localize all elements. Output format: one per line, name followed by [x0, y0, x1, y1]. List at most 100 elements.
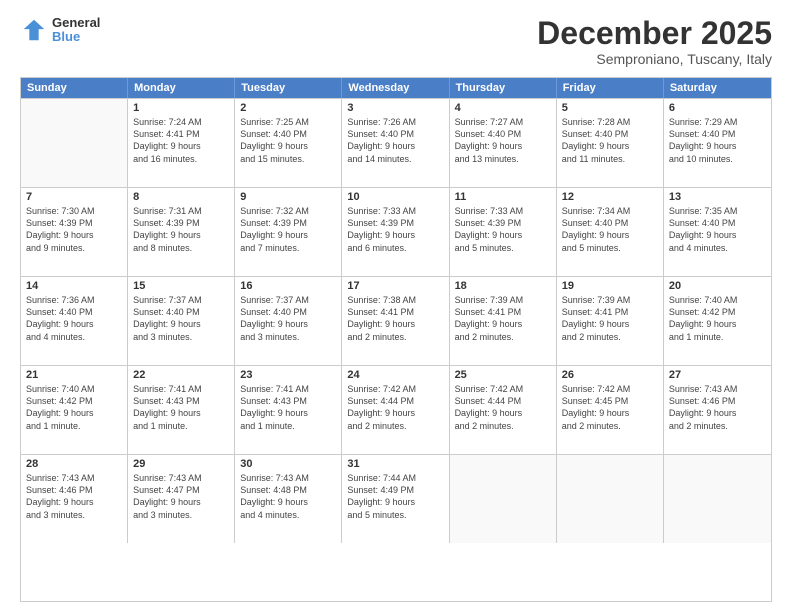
- day-cell-26: 26 Sunrise: 7:42 AMSunset: 4:45 PMDayligh…: [557, 366, 664, 454]
- day-number: 20: [669, 280, 766, 292]
- day-info: Sunrise: 7:43 AMSunset: 4:47 PMDaylight:…: [133, 472, 229, 521]
- day-cell-1: 1 Sunrise: 7:24 AMSunset: 4:41 PMDaylight…: [128, 99, 235, 187]
- day-cell-empty-4-4: [450, 455, 557, 543]
- day-info: Sunrise: 7:41 AMSunset: 4:43 PMDaylight:…: [133, 383, 229, 432]
- calendar-title: December 2025: [537, 16, 772, 51]
- day-info: Sunrise: 7:34 AMSunset: 4:40 PMDaylight:…: [562, 205, 658, 254]
- day-cell-24: 24Sunrise: 7:42 AMSunset: 4:44 PMDayligh…: [342, 366, 449, 454]
- day-number: 9: [240, 191, 336, 203]
- day-number: 11: [455, 191, 551, 203]
- day-info: Sunrise: 7:42 AMSunset: 4:44 PMDaylight:…: [347, 383, 443, 432]
- day-info: Sunrise: 7:42 AMSunset: 4:44 PMDaylight:…: [455, 383, 551, 432]
- calendar-row-4: 28 Sunrise: 7:43 AMSunset: 4:46 PMDayligh…: [21, 454, 771, 543]
- day-info: Sunrise: 7:28 AMSunset: 4:40 PMDaylight:…: [562, 116, 658, 165]
- calendar-body: 1 Sunrise: 7:24 AMSunset: 4:41 PMDaylight…: [21, 98, 771, 543]
- header-day-thursday: Thursday: [450, 78, 557, 98]
- header-day-saturday: Saturday: [664, 78, 771, 98]
- day-number: 12: [562, 191, 658, 203]
- day-info: Sunrise: 7:36 AMSunset: 4:40 PMDaylight:…: [26, 294, 122, 343]
- logo-line1: General: [52, 16, 100, 30]
- day-info: Sunrise: 7:27 AMSunset: 4:40 PMDaylight:…: [455, 116, 551, 165]
- day-info: Sunrise: 7:43 AMSunset: 4:46 PMDaylight:…: [26, 472, 122, 521]
- day-number: 28: [26, 458, 122, 470]
- day-number: 19: [562, 280, 658, 292]
- day-info: Sunrise: 7:39 AMSunset: 4:41 PMDaylight:…: [562, 294, 658, 343]
- day-cell-12: 12 Sunrise: 7:34 AMSunset: 4:40 PMDayligh…: [557, 188, 664, 276]
- day-info: Sunrise: 7:39 AMSunset: 4:41 PMDaylight:…: [455, 294, 551, 343]
- logo-icon: [20, 16, 48, 44]
- day-cell-13: 13Sunrise: 7:35 AMSunset: 4:40 PMDayligh…: [664, 188, 771, 276]
- day-cell-15: 15 Sunrise: 7:37 AMSunset: 4:40 PMDayligh…: [128, 277, 235, 365]
- day-info: Sunrise: 7:41 AMSunset: 4:43 PMDaylight:…: [240, 383, 336, 432]
- day-number: 6: [669, 102, 766, 114]
- header-day-monday: Monday: [128, 78, 235, 98]
- calendar-row-3: 21 Sunrise: 7:40 AMSunset: 4:42 PMDayligh…: [21, 365, 771, 454]
- header-day-sunday: Sunday: [21, 78, 128, 98]
- header-day-tuesday: Tuesday: [235, 78, 342, 98]
- day-cell-2: 2 Sunrise: 7:25 AMSunset: 4:40 PMDaylight…: [235, 99, 342, 187]
- day-cell-25: 25Sunrise: 7:42 AMSunset: 4:44 PMDayligh…: [450, 366, 557, 454]
- day-info: Sunrise: 7:35 AMSunset: 4:40 PMDaylight:…: [669, 205, 766, 254]
- day-number: 8: [133, 191, 229, 203]
- day-cell-21: 21 Sunrise: 7:40 AMSunset: 4:42 PMDayligh…: [21, 366, 128, 454]
- day-number: 21: [26, 369, 122, 381]
- day-number: 10: [347, 191, 443, 203]
- day-number: 23: [240, 369, 336, 381]
- day-cell-10: 10Sunrise: 7:33 AMSunset: 4:39 PMDayligh…: [342, 188, 449, 276]
- day-cell-9: 9 Sunrise: 7:32 AMSunset: 4:39 PMDaylight…: [235, 188, 342, 276]
- day-info: Sunrise: 7:38 AMSunset: 4:41 PMDaylight:…: [347, 294, 443, 343]
- day-info: Sunrise: 7:26 AMSunset: 4:40 PMDaylight:…: [347, 116, 443, 165]
- day-number: 17: [347, 280, 443, 292]
- day-number: 14: [26, 280, 122, 292]
- day-number: 18: [455, 280, 551, 292]
- day-info: Sunrise: 7:43 AMSunset: 4:46 PMDaylight:…: [669, 383, 766, 432]
- day-info: Sunrise: 7:40 AMSunset: 4:42 PMDaylight:…: [669, 294, 766, 343]
- day-cell-empty-4-6: [664, 455, 771, 543]
- day-cell-23: 23 Sunrise: 7:41 AMSunset: 4:43 PMDayligh…: [235, 366, 342, 454]
- day-number: 29: [133, 458, 229, 470]
- day-info: Sunrise: 7:37 AMSunset: 4:40 PMDaylight:…: [133, 294, 229, 343]
- day-info: Sunrise: 7:33 AMSunset: 4:39 PMDaylight:…: [455, 205, 551, 254]
- day-cell-28: 28 Sunrise: 7:43 AMSunset: 4:46 PMDayligh…: [21, 455, 128, 543]
- day-number: 2: [240, 102, 336, 114]
- day-number: 4: [455, 102, 551, 114]
- day-cell-3: 3 Sunrise: 7:26 AMSunset: 4:40 PMDaylight…: [342, 99, 449, 187]
- calendar-header: SundayMondayTuesdayWednesdayThursdayFrid…: [21, 78, 771, 98]
- day-info: Sunrise: 7:32 AMSunset: 4:39 PMDaylight:…: [240, 205, 336, 254]
- header-day-friday: Friday: [557, 78, 664, 98]
- day-number: 15: [133, 280, 229, 292]
- day-number: 26: [562, 369, 658, 381]
- day-info: Sunrise: 7:29 AMSunset: 4:40 PMDaylight:…: [669, 116, 766, 165]
- page: General Blue December 2025 Semproniano, …: [0, 0, 792, 612]
- logo-line2: Blue: [52, 30, 100, 44]
- day-cell-empty-0-0: [21, 99, 128, 187]
- calendar: SundayMondayTuesdayWednesdayThursdayFrid…: [20, 77, 772, 602]
- day-number: 27: [669, 369, 766, 381]
- day-cell-29: 29 Sunrise: 7:43 AMSunset: 4:47 PMDayligh…: [128, 455, 235, 543]
- day-cell-19: 19 Sunrise: 7:39 AMSunset: 4:41 PMDayligh…: [557, 277, 664, 365]
- day-info: Sunrise: 7:30 AMSunset: 4:39 PMDaylight:…: [26, 205, 122, 254]
- calendar-subtitle: Semproniano, Tuscany, Italy: [537, 51, 772, 67]
- day-cell-18: 18 Sunrise: 7:39 AMSunset: 4:41 PMDayligh…: [450, 277, 557, 365]
- header: General Blue December 2025 Semproniano, …: [20, 16, 772, 67]
- day-cell-20: 20 Sunrise: 7:40 AMSunset: 4:42 PMDayligh…: [664, 277, 771, 365]
- day-info: Sunrise: 7:42 AMSunset: 4:45 PMDaylight:…: [562, 383, 658, 432]
- day-cell-empty-4-5: [557, 455, 664, 543]
- day-cell-16: 16Sunrise: 7:37 AMSunset: 4:40 PMDayligh…: [235, 277, 342, 365]
- day-number: 31: [347, 458, 443, 470]
- calendar-row-2: 14 Sunrise: 7:36 AMSunset: 4:40 PMDayligh…: [21, 276, 771, 365]
- day-cell-30: 30 Sunrise: 7:43 AMSunset: 4:48 PMDayligh…: [235, 455, 342, 543]
- day-number: 7: [26, 191, 122, 203]
- day-info: Sunrise: 7:25 AMSunset: 4:40 PMDaylight:…: [240, 116, 336, 165]
- calendar-row-1: 7 Sunrise: 7:30 AMSunset: 4:39 PMDaylight…: [21, 187, 771, 276]
- day-number: 30: [240, 458, 336, 470]
- day-number: 3: [347, 102, 443, 114]
- day-info: Sunrise: 7:43 AMSunset: 4:48 PMDaylight:…: [240, 472, 336, 521]
- day-number: 16: [240, 280, 336, 292]
- day-info: Sunrise: 7:44 AMSunset: 4:49 PMDaylight:…: [347, 472, 443, 521]
- title-block: December 2025 Semproniano, Tuscany, Ital…: [537, 16, 772, 67]
- day-info: Sunrise: 7:40 AMSunset: 4:42 PMDaylight:…: [26, 383, 122, 432]
- header-day-wednesday: Wednesday: [342, 78, 449, 98]
- day-info: Sunrise: 7:24 AMSunset: 4:41 PMDaylight:…: [133, 116, 229, 165]
- day-number: 1: [133, 102, 229, 114]
